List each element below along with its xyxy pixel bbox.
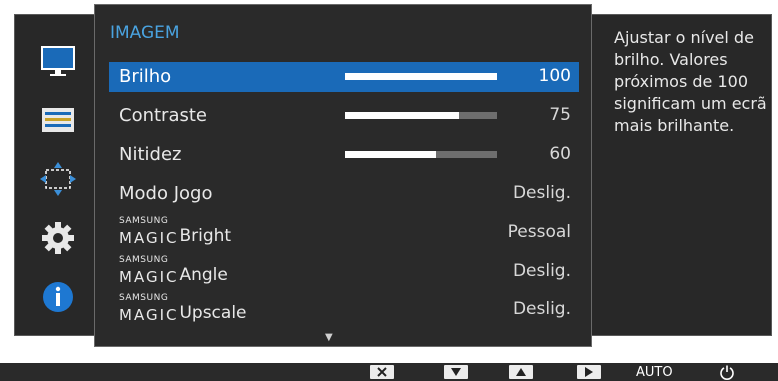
menu-item-contraste[interactable]: Contraste 75 xyxy=(109,101,579,131)
scroll-down-indicator[interactable]: ▼ xyxy=(325,332,333,343)
category-sidebar xyxy=(14,14,97,336)
feature-name: Angle xyxy=(179,265,228,285)
gear-icon[interactable] xyxy=(40,220,76,256)
brightness-slider[interactable] xyxy=(345,73,497,80)
slider-fill xyxy=(345,151,437,158)
slider-fill xyxy=(345,73,497,80)
enter-button[interactable] xyxy=(577,364,601,380)
magic-bright-label: SAMSUNG MAGICBright xyxy=(119,216,231,247)
close-button[interactable] xyxy=(370,364,394,380)
menu-item-label: Brilho xyxy=(119,66,172,87)
brand-large: MAGIC xyxy=(119,306,179,324)
menu-item-value: Deslig. xyxy=(512,183,571,203)
menu-item-magic-angle[interactable]: SAMSUNG MAGICAngle Deslig. xyxy=(109,255,579,287)
menu-item-value: 60 xyxy=(549,144,571,164)
menu-item-value: Deslig. xyxy=(512,261,571,281)
feature-name: Bright xyxy=(179,226,232,246)
menu-item-modo-jogo[interactable]: Modo Jogo Deslig. xyxy=(109,179,579,209)
slider-fill xyxy=(345,112,459,119)
brand-small: SAMSUNG xyxy=(119,293,169,303)
brand-large: MAGIC xyxy=(119,229,179,247)
menu-item-value: 100 xyxy=(538,66,571,86)
menu-item-label: Modo Jogo xyxy=(119,183,213,204)
menu-item-magic-bright[interactable]: SAMSUNG MAGICBright Pessoal xyxy=(109,216,579,248)
brand-large: MAGIC xyxy=(119,268,179,286)
contrast-slider[interactable] xyxy=(345,112,497,119)
sharpness-slider[interactable] xyxy=(345,151,497,158)
down-button[interactable] xyxy=(444,364,468,380)
magic-upscale-label: SAMSUNG MAGICUpscale xyxy=(119,293,247,324)
menu-item-brilho[interactable]: Brilho 100 xyxy=(109,62,579,92)
menu-item-magic-upscale[interactable]: SAMSUNG MAGICUpscale Deslig. xyxy=(109,293,579,325)
settings-list-icon[interactable] xyxy=(40,102,76,138)
menu-item-label: Nitidez xyxy=(119,144,182,165)
feature-name: Upscale xyxy=(179,303,247,323)
menu-item-nitidez[interactable]: Nitidez 60 xyxy=(109,140,579,170)
menu-title: IMAGEM xyxy=(110,23,180,43)
arrow-up-icon xyxy=(509,365,533,379)
up-button[interactable] xyxy=(509,364,533,380)
magic-angle-label: SAMSUNG MAGICAngle xyxy=(119,255,228,286)
resize-arrows-icon[interactable] xyxy=(40,161,76,197)
menu-item-value: 75 xyxy=(549,105,571,125)
power-icon xyxy=(720,365,734,380)
bottom-control-bar: AUTO xyxy=(0,363,778,381)
power-button[interactable] xyxy=(719,364,735,380)
brand-small: SAMSUNG xyxy=(119,216,169,226)
description-panel: Ajustar o nível de brilho. Valores próxi… xyxy=(591,14,772,336)
monitor-icon[interactable] xyxy=(40,43,76,79)
menu-item-value: Deslig. xyxy=(512,299,571,319)
menu-item-value: Pessoal xyxy=(507,222,571,242)
close-icon xyxy=(370,365,394,379)
menu-item-label: Contraste xyxy=(119,105,207,126)
arrow-right-icon xyxy=(577,365,601,379)
picture-menu: IMAGEM Brilho 100 Contraste 75 Nitidez 6… xyxy=(94,4,592,347)
description-text: Ajustar o nível de brilho. Valores próxi… xyxy=(614,28,767,135)
info-icon[interactable] xyxy=(40,279,76,315)
auto-button[interactable]: AUTO xyxy=(636,364,673,380)
arrow-down-icon xyxy=(444,365,468,379)
brand-small: SAMSUNG xyxy=(119,255,169,265)
